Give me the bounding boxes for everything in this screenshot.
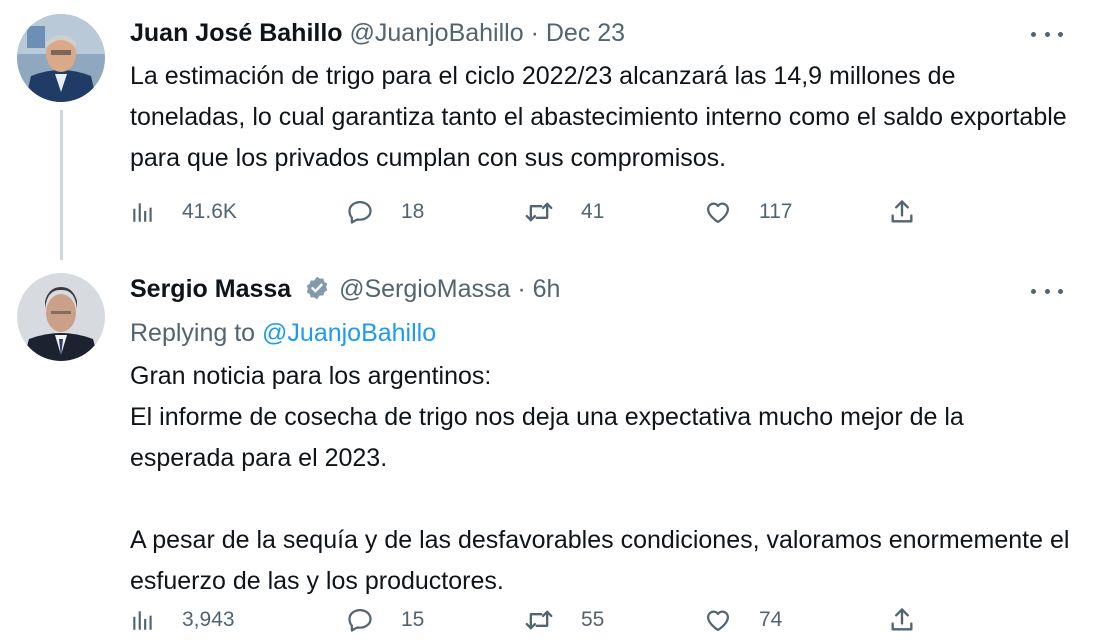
reply-button[interactable]: 18 bbox=[345, 192, 424, 232]
tweet-paragraph: El informe de cosecha de trigo nos deja … bbox=[130, 403, 964, 472]
tweet[interactable]: Juan José Bahillo @JuanjoBahillo · Dec 2… bbox=[0, 0, 1101, 260]
views-button[interactable]: 41.6K bbox=[130, 192, 237, 232]
more-icon[interactable] bbox=[1031, 29, 1063, 39]
author-name[interactable]: Sergio Massa bbox=[130, 275, 291, 303]
like-button[interactable]: 74 bbox=[703, 600, 782, 640]
tweet[interactable]: Sergio Massa @SergioMassa · 6h Replying … bbox=[0, 258, 1101, 638]
share-button[interactable] bbox=[888, 192, 916, 232]
replying-to: Replying to @JuanjoBahillo bbox=[130, 316, 436, 350]
replying-to-label: Replying to bbox=[130, 319, 256, 347]
separator: · bbox=[530, 19, 539, 47]
reply-icon bbox=[348, 608, 372, 632]
tweet-text: Gran noticia para los argentinos: El inf… bbox=[130, 356, 1071, 602]
retweets-count: 41 bbox=[581, 200, 605, 223]
retweet-icon bbox=[525, 202, 553, 222]
tweet-text: La estimación de trigo para el ciclo 202… bbox=[130, 56, 1071, 179]
more-icon[interactable] bbox=[1031, 286, 1063, 296]
views-count: 3,943 bbox=[182, 608, 235, 631]
timestamp[interactable]: Dec 23 bbox=[546, 19, 625, 47]
retweet-icon bbox=[525, 610, 553, 630]
views-icon bbox=[133, 611, 152, 630]
likes-count: 117 bbox=[759, 200, 793, 223]
timestamp[interactable]: 6h bbox=[533, 275, 561, 303]
tweet-header: Juan José Bahillo @JuanjoBahillo · Dec 2… bbox=[130, 16, 1031, 50]
tweet-paragraph: Gran noticia para los argentinos: bbox=[130, 362, 492, 390]
like-icon bbox=[706, 202, 730, 224]
share-button[interactable] bbox=[888, 600, 916, 640]
like-button[interactable]: 117 bbox=[703, 192, 792, 232]
tweet-actions: 3,943 15 55 74 bbox=[130, 600, 930, 640]
replies-count: 18 bbox=[401, 200, 425, 223]
tweet-header: Sergio Massa @SergioMassa · 6h bbox=[130, 272, 1031, 306]
views-button[interactable]: 3,943 bbox=[130, 600, 235, 640]
likes-count: 74 bbox=[759, 608, 783, 631]
tweet-actions: 41.6K 18 41 117 bbox=[130, 192, 930, 232]
views-icon bbox=[133, 203, 152, 222]
retweet-button[interactable]: 55 bbox=[523, 600, 604, 640]
like-icon bbox=[706, 610, 730, 632]
retweets-count: 55 bbox=[581, 608, 605, 631]
share-icon bbox=[891, 608, 913, 631]
replies-count: 15 bbox=[401, 608, 425, 631]
replying-to-link[interactable]: @JuanjoBahillo bbox=[262, 319, 436, 347]
thread-line bbox=[60, 110, 63, 260]
tweet-paragraph: La estimación de trigo para el ciclo 202… bbox=[130, 62, 1067, 172]
author-name[interactable]: Juan José Bahillo bbox=[130, 19, 343, 47]
avatar[interactable] bbox=[17, 14, 105, 102]
retweet-button[interactable]: 41 bbox=[523, 192, 604, 232]
reply-icon bbox=[348, 200, 372, 224]
author-handle[interactable]: @JuanjoBahillo bbox=[350, 19, 524, 47]
tweet-paragraph: A pesar de la sequía y de las desfavorab… bbox=[130, 526, 1070, 595]
avatar[interactable] bbox=[17, 273, 105, 361]
verified-badge-icon bbox=[306, 276, 328, 300]
author-handle[interactable]: @SergioMassa bbox=[339, 275, 510, 303]
separator: · bbox=[517, 275, 526, 303]
share-icon bbox=[891, 200, 913, 223]
reply-button[interactable]: 15 bbox=[345, 600, 424, 640]
views-count: 41.6K bbox=[182, 200, 237, 223]
